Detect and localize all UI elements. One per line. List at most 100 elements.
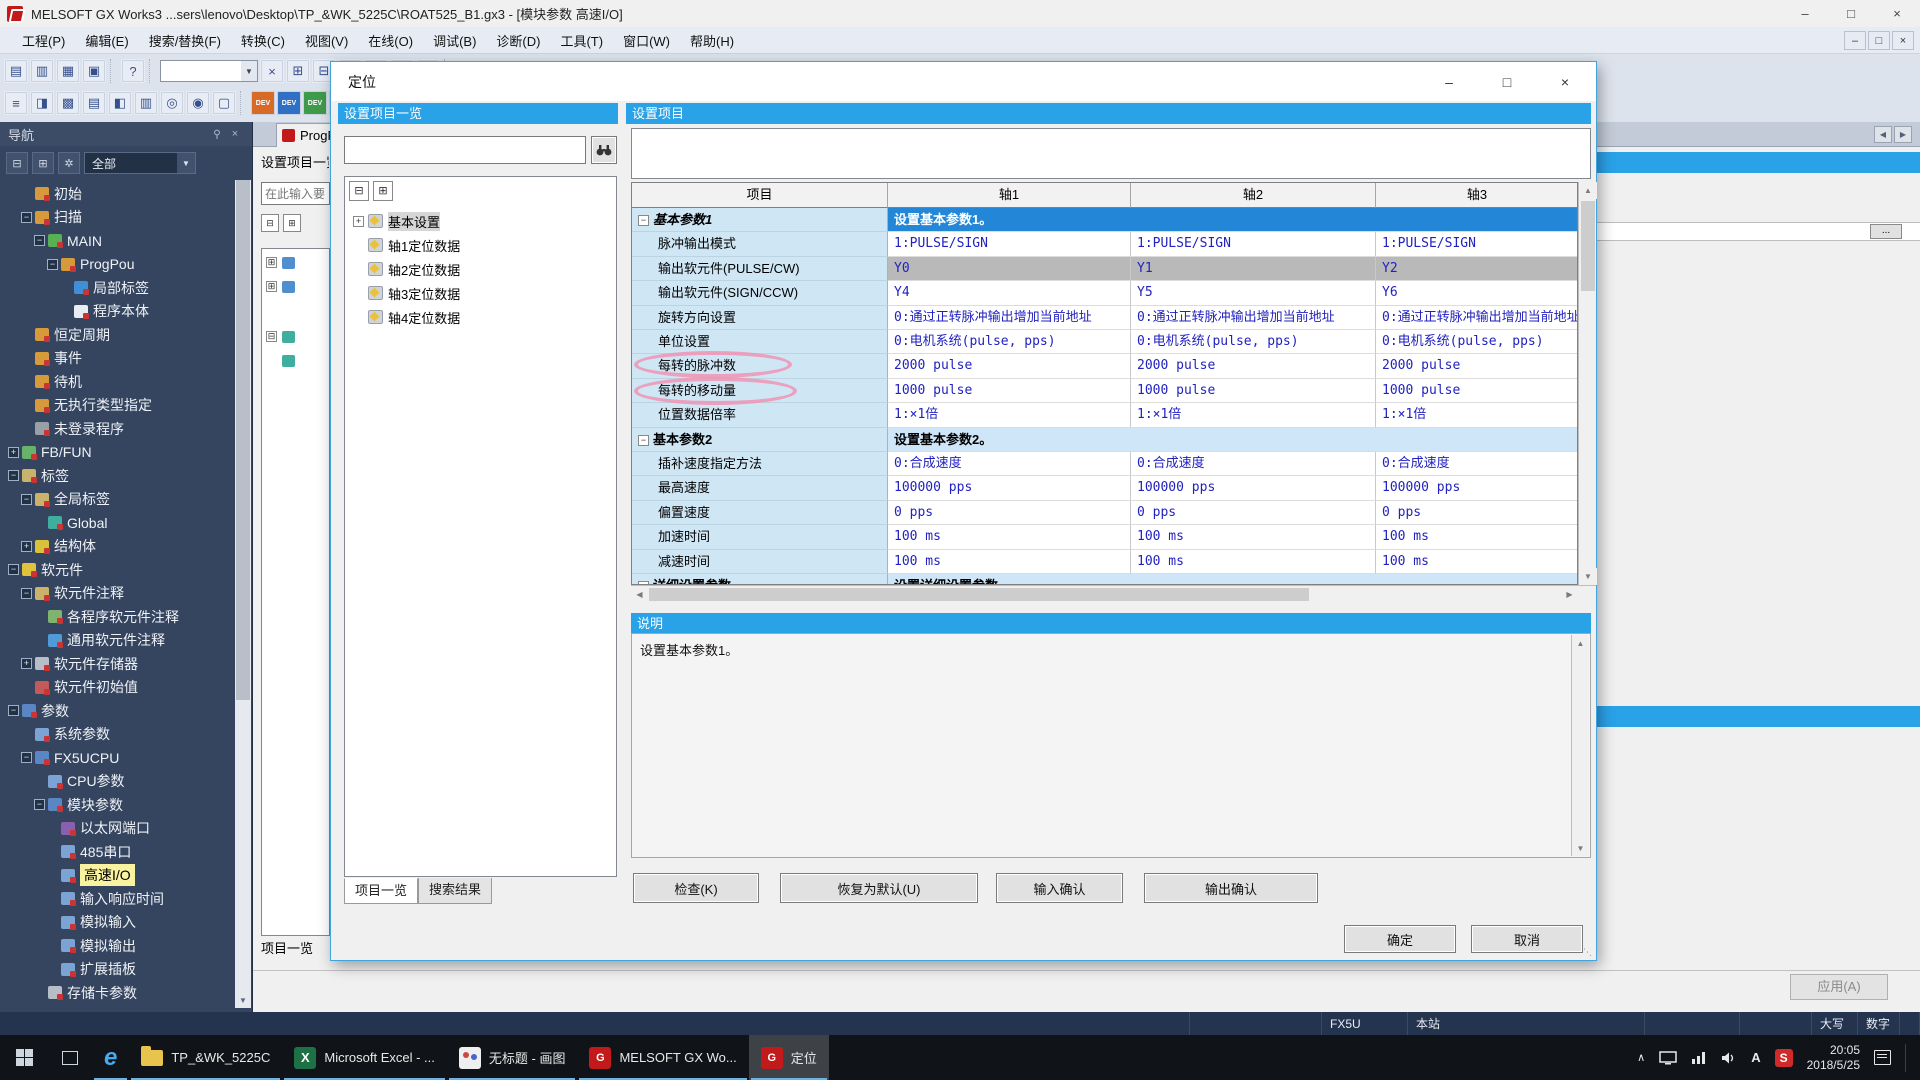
nav-item-局部标签[interactable]: 局部标签 (0, 276, 236, 299)
scroll-down-icon[interactable]: ▼ (1579, 568, 1597, 585)
save-project-icon[interactable]: ▦ (56, 59, 80, 83)
value-axis2-位置数据倍率[interactable]: 1:×1倍 (1131, 403, 1376, 427)
value-axis2-加速时间[interactable]: 100 ms (1131, 525, 1376, 549)
expand-icon[interactable]: + (21, 541, 32, 552)
window-close-button[interactable]: × (1874, 0, 1920, 27)
value-axis3-最高速度[interactable]: 100000 pps (1376, 476, 1578, 500)
table-vertical-scrollbar[interactable]: ▲ ▼ (1578, 182, 1596, 585)
nav-item-系统参数[interactable]: 系统参数 (0, 723, 236, 746)
help-icon[interactable]: ? (121, 59, 145, 83)
navigation-scrollbar[interactable]: ▼ (235, 180, 251, 1008)
setting-tree-item-轴4定位数据[interactable]: 轴4定位数据 (349, 305, 460, 329)
value-axis2-单位设置[interactable]: 0:电机系统(pulse, pps) (1131, 330, 1376, 354)
menu-item-4[interactable]: 转换(C) (231, 27, 295, 54)
expander-icon[interactable]: ⊞ (266, 281, 277, 292)
nav-item-无执行类型指定[interactable]: 无执行类型指定 (0, 394, 236, 417)
table-horizontal-scrollbar[interactable]: ◀ ▶ (631, 585, 1596, 602)
collapse-icon[interactable]: − (638, 435, 649, 446)
value-axis3-每转的移动量[interactable]: 1000 pulse (1376, 379, 1578, 403)
menu-item-5[interactable]: 视图(V) (295, 27, 358, 54)
collapse-icon[interactable]: − (638, 215, 649, 226)
taskbar-button-定位[interactable]: G定位 (749, 1035, 829, 1080)
value-axis2-输出软元件(SIGN/CCW)[interactable]: Y5 (1131, 281, 1376, 305)
nav-item-结构体[interactable]: +结构体 (0, 535, 236, 558)
notification-center-icon[interactable] (1874, 1050, 1891, 1065)
nav-item-485串口[interactable]: 485串口 (0, 840, 236, 863)
taskbar-clock[interactable]: 20:05 2018/5/25 (1807, 1043, 1860, 1073)
start-button[interactable] (0, 1035, 48, 1080)
value-axis1-加速时间[interactable]: 100 ms (888, 525, 1131, 549)
value-axis2-最高速度[interactable]: 100000 pps (1131, 476, 1376, 500)
row-label-偏置速度[interactable]: 偏置速度 (632, 501, 888, 525)
pin-icon[interactable] (208, 126, 226, 142)
row-label-旋转方向设置[interactable]: 旋转方向设置 (632, 306, 888, 330)
nav-item-扫描[interactable]: −扫描 (0, 206, 236, 229)
navigation-window-icon[interactable]: ≡ (4, 91, 28, 115)
value-axis3-每转的脉冲数[interactable]: 2000 pulse (1376, 354, 1578, 378)
menu-item-11[interactable]: 帮助(H) (680, 27, 744, 54)
expand-all-icon[interactable]: ⊞ (283, 214, 301, 232)
taskbar-edge-button[interactable]: e (92, 1035, 129, 1080)
nav-item-未登录程序[interactable]: 未登录程序 (0, 417, 236, 440)
editor-search-input[interactable]: 在此输入要 (261, 182, 330, 205)
row-label-插补速度指定方法[interactable]: 插补速度指定方法 (632, 452, 888, 476)
button-检查(K)[interactable]: 检查(K) (633, 873, 759, 903)
nav-item-全局标签[interactable]: −全局标签 (0, 488, 236, 511)
taskbar-button-MELSOFT GX Wo...[interactable]: GMELSOFT GX Wo... (577, 1035, 748, 1080)
dialog-close-button[interactable]: × (1542, 68, 1588, 95)
nav-item-FX5UCPU[interactable]: −FX5UCPU (0, 746, 236, 769)
tray-ime-icon[interactable]: S (1775, 1049, 1793, 1067)
ellipsis-button[interactable]: ... (1870, 224, 1902, 239)
collapse-icon[interactable]: − (21, 588, 32, 599)
expand-icon[interactable]: + (8, 447, 19, 458)
button-恢复为默认(U)[interactable]: 恢复为默认(U) (780, 873, 978, 903)
nav-item-ProgPou[interactable]: −ProgPou (0, 253, 236, 276)
gear-icon[interactable]: ✲ (58, 152, 80, 174)
expander-icon[interactable]: ⊟ (266, 331, 277, 342)
menu-item-3[interactable]: 搜索/替换(F) (139, 27, 231, 54)
editor-bottom-tab[interactable]: 项目一览 (261, 938, 313, 957)
scroll-down-icon[interactable]: ▼ (235, 992, 251, 1008)
collapse-all-icon[interactable]: ⊟ (349, 181, 369, 201)
collapse-icon[interactable]: − (21, 752, 32, 763)
find-icon[interactable]: ◉ (186, 91, 210, 115)
nav-item-软元件[interactable]: −软元件 (0, 558, 236, 581)
nav-item-扩展插板[interactable]: 扩展插板 (0, 958, 236, 981)
nav-item-通用软元件注释[interactable]: 通用软元件注释 (0, 629, 236, 652)
collapse-icon[interactable]: − (21, 494, 32, 505)
zoom-combo[interactable]: ▼ (160, 60, 258, 82)
row-label-加速时间[interactable]: 加速时间 (632, 525, 888, 549)
value-axis3-插补速度指定方法[interactable]: 0:合成速度 (1376, 452, 1578, 476)
menu-item-6[interactable]: 在线(O) (358, 27, 423, 54)
window-minimize-button[interactable]: – (1782, 0, 1828, 27)
nav-item-Global[interactable]: Global (0, 511, 236, 534)
scroll-up-icon[interactable]: ▲ (1572, 635, 1589, 651)
module-config-icon[interactable]: ▩ (56, 91, 80, 115)
dialog-maximize-button[interactable]: □ (1484, 68, 1530, 95)
watch-window-icon[interactable]: ◎ (160, 91, 184, 115)
row-label-输出软元件(PULSE/CW)[interactable]: 输出软元件(PULSE/CW) (632, 257, 888, 281)
mdi-minimize-button[interactable]: – (1844, 31, 1866, 50)
menu-item-10[interactable]: 窗口(W) (613, 27, 680, 54)
value-axis1-偏置速度[interactable]: 0 pps (888, 501, 1131, 525)
tab-项目一览[interactable]: 项目一览 (344, 878, 418, 904)
nav-item-标签[interactable]: −标签 (0, 464, 236, 487)
value-axis1-旋转方向设置[interactable]: 0:通过正转脉冲输出增加当前地址 (888, 306, 1131, 330)
nav-item-高速I/O[interactable]: 高速I/O (0, 864, 236, 887)
scroll-right-icon[interactable]: ▶ (1561, 586, 1578, 603)
row-label-基本参数1[interactable]: −基本参数1 (632, 208, 888, 232)
mdi-close-button[interactable]: × (1892, 31, 1914, 50)
apply-button[interactable]: 应用(A) (1790, 974, 1888, 1000)
window-maximize-button[interactable]: □ (1828, 0, 1874, 27)
value-axis3-位置数据倍率[interactable]: 1:×1倍 (1376, 403, 1578, 427)
nav-item-存储卡参数[interactable]: 存储卡参数 (0, 981, 236, 1004)
row-label-输出软元件(SIGN/CCW)[interactable]: 输出软元件(SIGN/CCW) (632, 281, 888, 305)
tray-input-mode[interactable]: A (1751, 1050, 1760, 1065)
expand-icon[interactable]: + (353, 216, 364, 227)
collapse-icon[interactable]: − (34, 235, 45, 246)
taskbar-button-Microsoft Excel - ...[interactable]: XMicrosoft Excel - ... (282, 1035, 447, 1080)
scroll-down-icon[interactable]: ▼ (1572, 840, 1589, 856)
button-输入确认[interactable]: 输入确认 (996, 873, 1123, 903)
value-axis3-偏置速度[interactable]: 0 pps (1376, 501, 1578, 525)
show-desktop-divider[interactable] (1905, 1044, 1906, 1072)
